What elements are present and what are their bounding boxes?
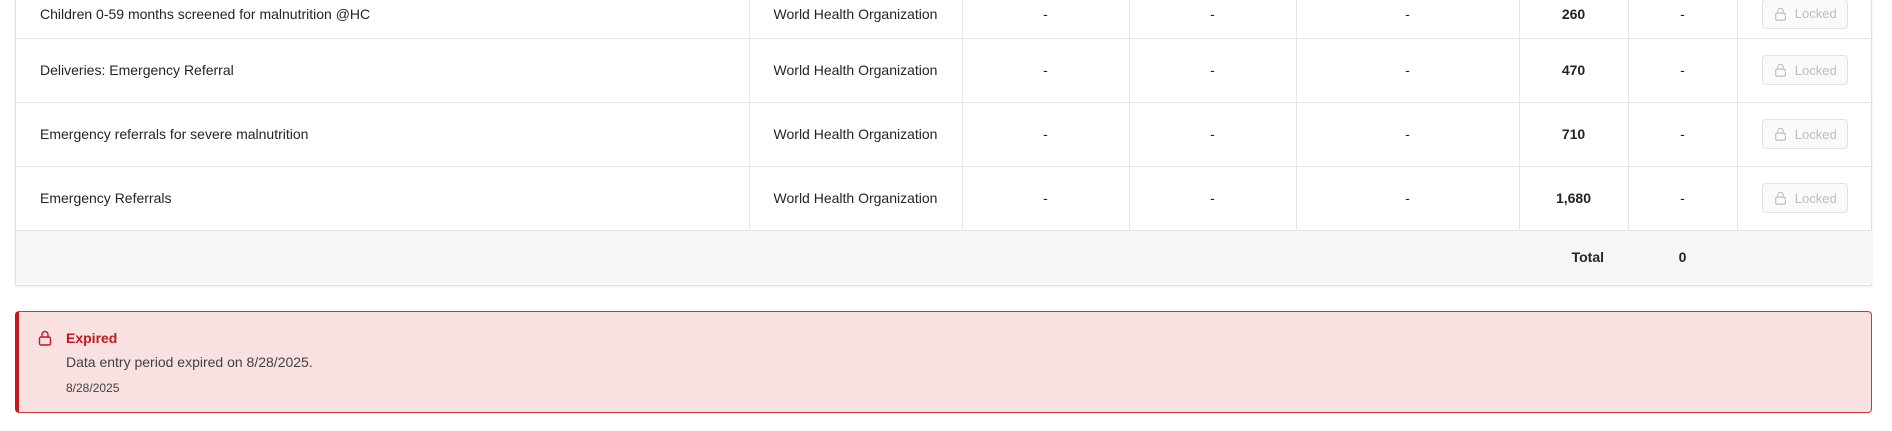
locked-button[interactable]: Locked bbox=[1762, 55, 1849, 85]
organization-cell: World Health Organization bbox=[748, 166, 962, 231]
locked-button-label: Locked bbox=[1794, 126, 1837, 142]
target-value-cell: 260 bbox=[1518, 0, 1628, 39]
value-cell: - bbox=[961, 0, 1129, 39]
expired-alert: Expired Data entry period expired on 8/2… bbox=[15, 311, 1872, 413]
alert-message: Data entry period expired on 8/28/2025. bbox=[66, 354, 313, 370]
action-cell: Locked bbox=[1736, 102, 1873, 167]
value-cell: - bbox=[1128, 0, 1296, 39]
alert-date: 8/28/2025 bbox=[66, 381, 120, 395]
value-cell: - bbox=[961, 166, 1129, 231]
action-cell: Locked bbox=[1736, 0, 1873, 39]
lock-icon bbox=[1774, 7, 1786, 21]
total-value: 0 bbox=[1628, 230, 1737, 283]
lock-icon bbox=[1774, 191, 1786, 205]
value-cell: - bbox=[1627, 102, 1737, 167]
value-cell: - bbox=[1627, 38, 1737, 103]
lock-icon bbox=[1774, 127, 1786, 141]
table-row: Emergency referrals for severe malnutrit… bbox=[16, 102, 1873, 167]
locked-button[interactable]: Locked bbox=[1762, 183, 1849, 213]
indicator-name: Emergency Referrals bbox=[16, 166, 749, 231]
locked-button-label: Locked bbox=[1794, 6, 1837, 22]
table-row: Emergency Referrals World Health Organiz… bbox=[16, 166, 1873, 231]
value-cell: - bbox=[1627, 166, 1737, 231]
total-action-spacer bbox=[1737, 230, 1873, 283]
lock-icon bbox=[38, 330, 52, 346]
value-cell: - bbox=[1627, 0, 1737, 39]
value-cell: - bbox=[1295, 102, 1519, 167]
page: Children 0-59 months screened for malnut… bbox=[0, 0, 1892, 431]
indicator-name: Children 0-59 months screened for malnut… bbox=[16, 0, 749, 39]
value-cell: - bbox=[1128, 102, 1296, 167]
locked-button-label: Locked bbox=[1794, 62, 1837, 78]
indicator-name: Deliveries: Emergency Referral bbox=[16, 38, 749, 103]
value-cell: - bbox=[1295, 166, 1519, 231]
data-table: Children 0-59 months screened for malnut… bbox=[16, 0, 1873, 283]
locked-button[interactable]: Locked bbox=[1762, 119, 1849, 149]
locked-button-label: Locked bbox=[1794, 190, 1837, 206]
action-cell: Locked bbox=[1736, 166, 1873, 231]
value-cell: - bbox=[961, 38, 1129, 103]
alert-title: Expired bbox=[66, 330, 118, 346]
total-row: Total 0 bbox=[16, 230, 1873, 283]
organization-cell: World Health Organization bbox=[748, 102, 962, 167]
action-cell: Locked bbox=[1736, 38, 1873, 103]
locked-button[interactable]: Locked bbox=[1762, 0, 1849, 29]
indicator-name: Emergency referrals for severe malnutrit… bbox=[16, 102, 749, 167]
total-label: Total bbox=[1519, 230, 1628, 283]
total-spacer bbox=[16, 230, 1519, 283]
value-cell: - bbox=[1128, 38, 1296, 103]
data-table-card: Children 0-59 months screened for malnut… bbox=[15, 0, 1873, 286]
value-cell: - bbox=[961, 102, 1129, 167]
target-value-cell: 470 bbox=[1518, 38, 1628, 103]
table-row: Children 0-59 months screened for malnut… bbox=[16, 0, 1873, 39]
target-value-cell: 710 bbox=[1518, 102, 1628, 167]
organization-cell: World Health Organization bbox=[748, 0, 962, 39]
value-cell: - bbox=[1295, 38, 1519, 103]
target-value-cell: 1,680 bbox=[1518, 166, 1628, 231]
value-cell: - bbox=[1295, 0, 1519, 39]
organization-cell: World Health Organization bbox=[748, 38, 962, 103]
table-row: Deliveries: Emergency Referral World Hea… bbox=[16, 38, 1873, 103]
value-cell: - bbox=[1128, 166, 1296, 231]
lock-icon bbox=[1774, 63, 1786, 77]
